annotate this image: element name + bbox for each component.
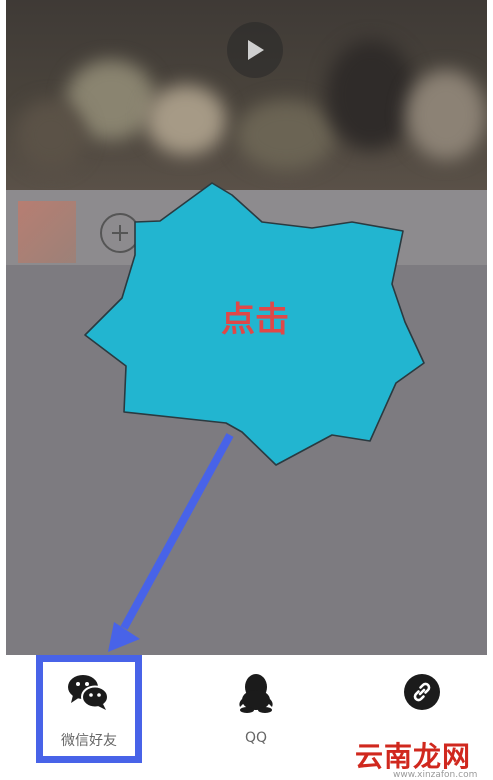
- video-blur-shape: [16, 100, 86, 170]
- share-qq-label: QQ: [244, 730, 268, 746]
- follow-button[interactable]: [100, 213, 140, 253]
- play-button[interactable]: [227, 22, 283, 78]
- video-blur-shape: [236, 100, 336, 170]
- video-info-row: [6, 190, 487, 265]
- watermark-brand: 云南龙网: [355, 740, 472, 773]
- video-preview[interactable]: [6, 0, 487, 190]
- watermark: 云南龙网 www.xinzafon.com: [355, 700, 490, 780]
- qq-icon: [239, 674, 273, 713]
- author-thumbnail[interactable]: [18, 201, 76, 263]
- plus-icon: [112, 225, 128, 241]
- watermark-url: www.xinzafon.com: [393, 770, 478, 780]
- callout-label: 点击: [221, 300, 289, 340]
- video-blur-shape: [326, 40, 416, 150]
- video-blur-shape: [146, 85, 226, 155]
- video-blur-shape: [406, 70, 486, 160]
- highlight-box: [36, 655, 142, 763]
- share-qq-button[interactable]: QQ: [196, 655, 316, 780]
- play-icon: [248, 40, 264, 60]
